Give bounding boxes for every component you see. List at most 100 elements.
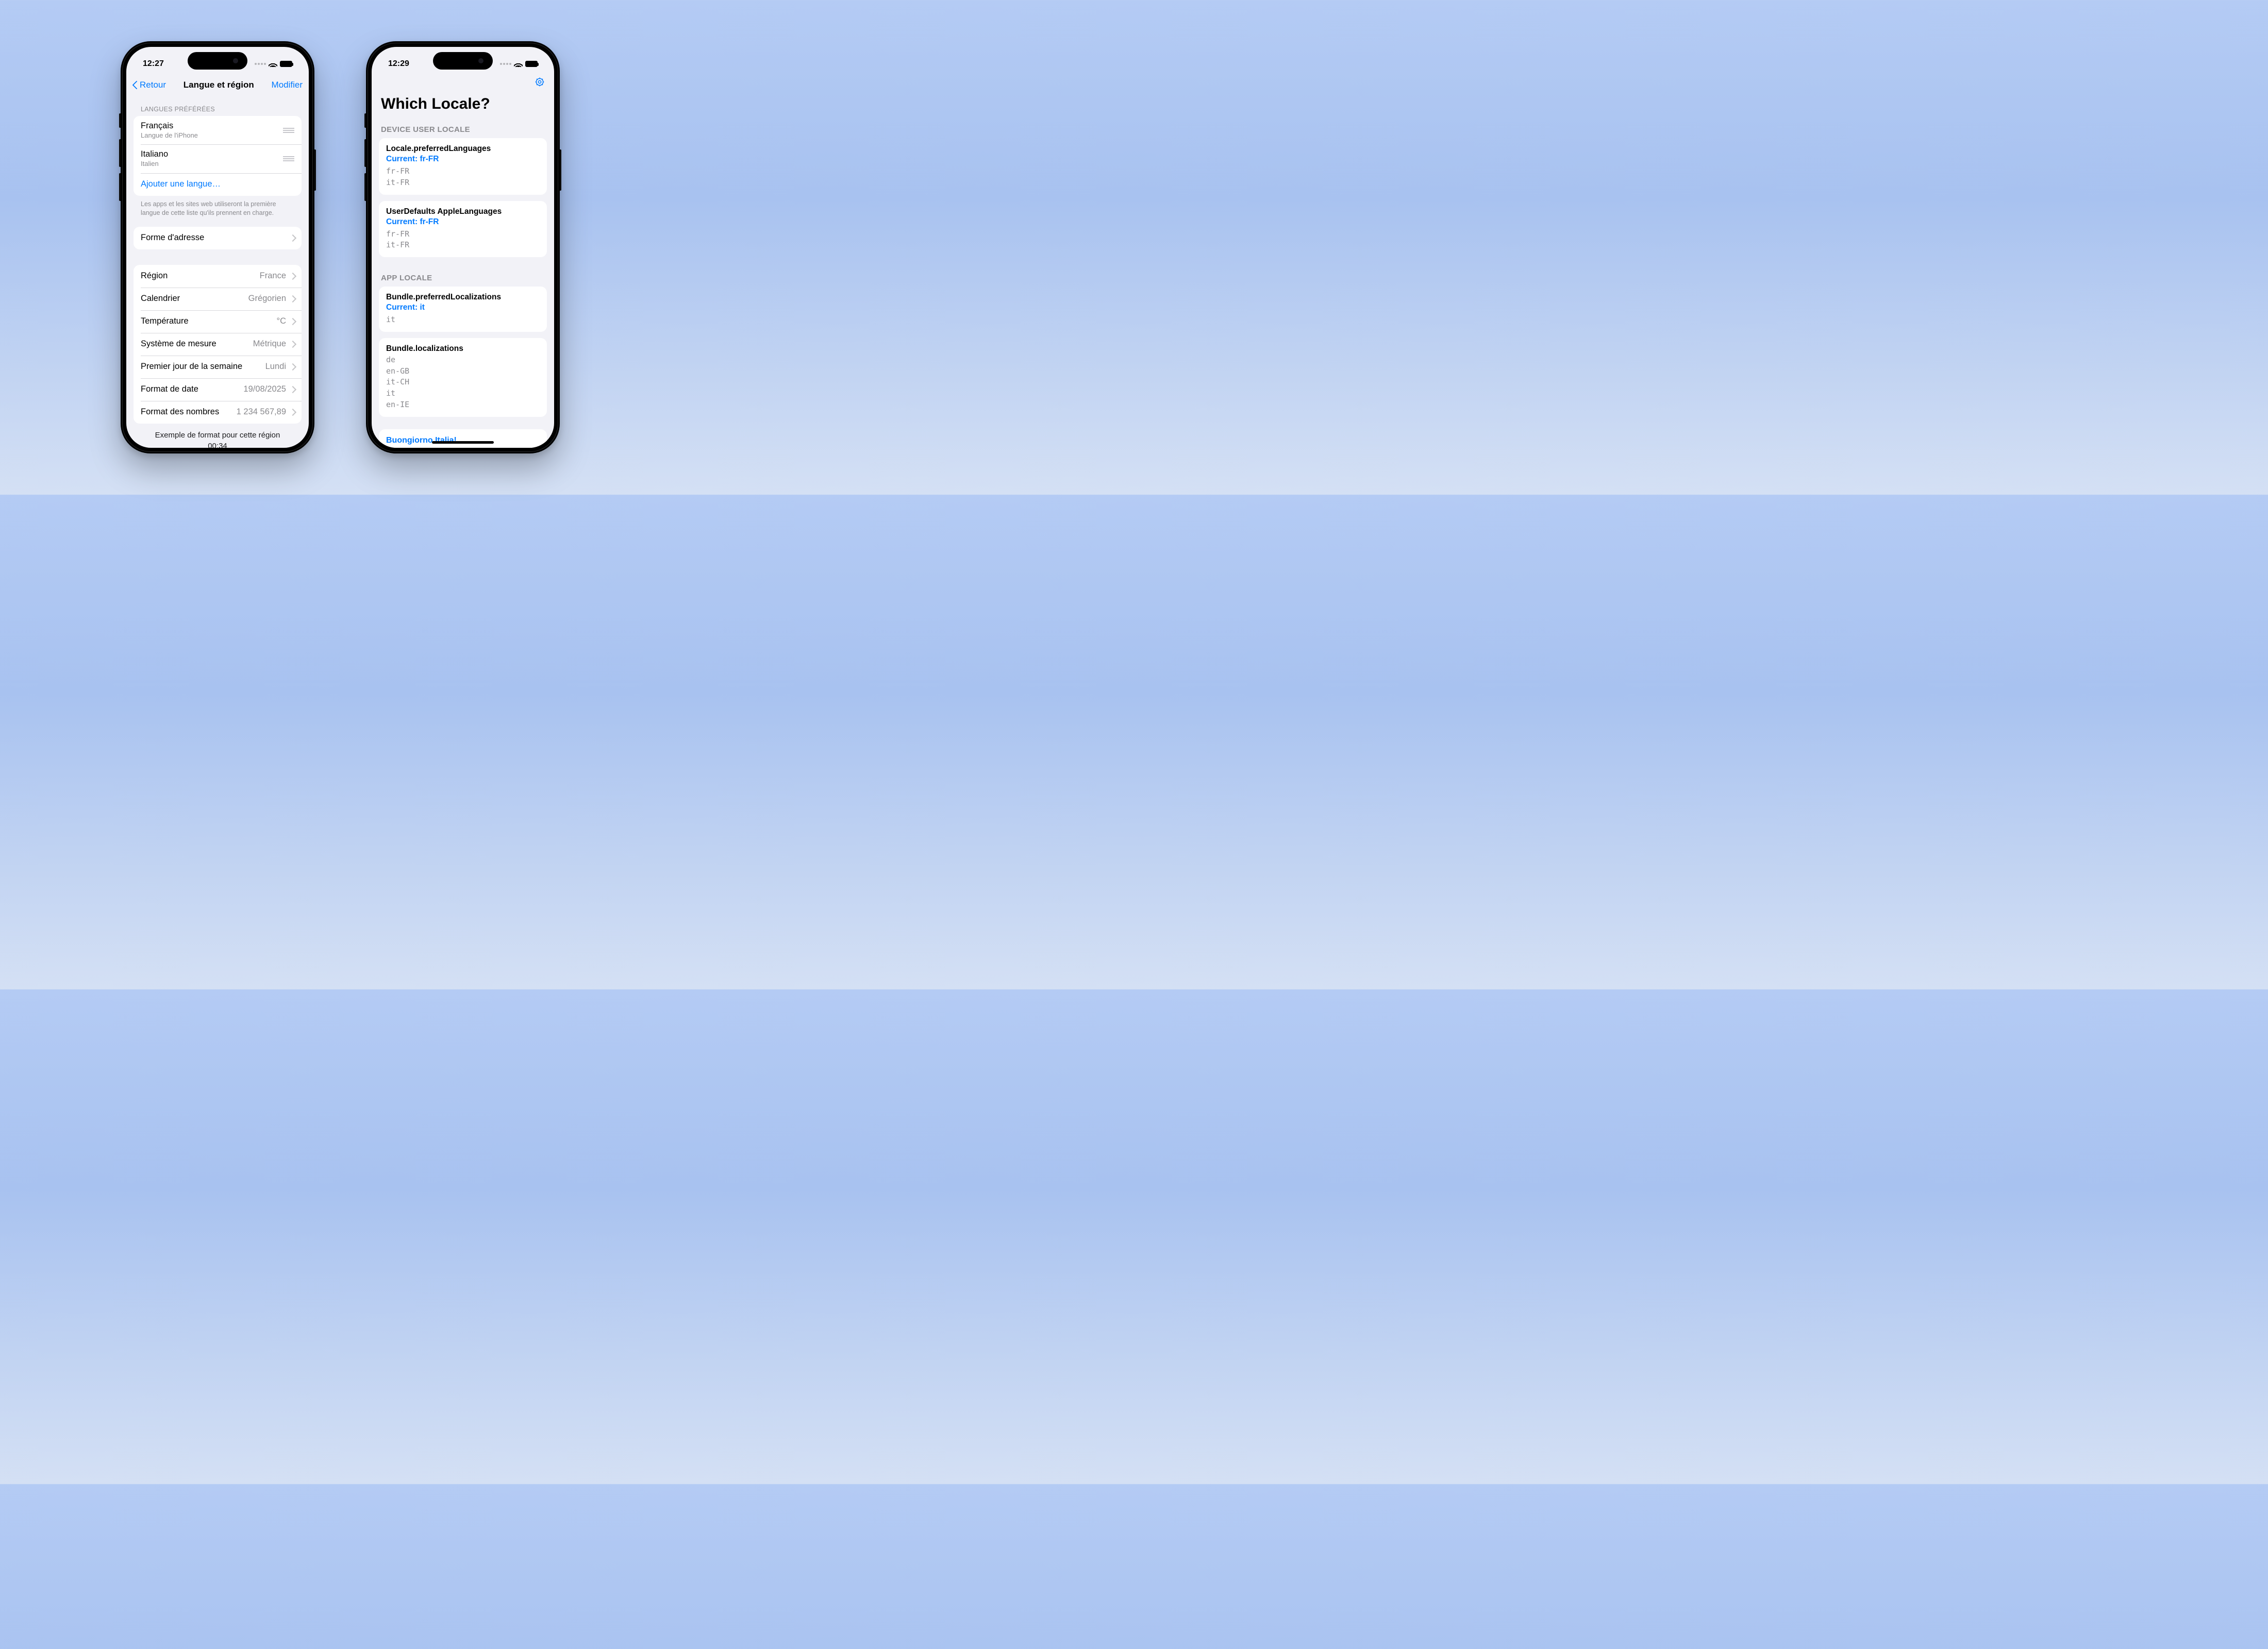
language-sub: Italien (141, 160, 168, 168)
card-value: it (386, 388, 540, 399)
setting-row-number-format[interactable]: Format des nombres 1 234 567,89 (134, 401, 302, 424)
setting-label: Calendrier (141, 294, 180, 304)
language-row-francais[interactable]: Français Langue de l'iPhone (134, 116, 302, 144)
volume-down-button (364, 173, 366, 201)
status-time: 12:29 (388, 59, 409, 69)
chevron-right-icon (290, 273, 294, 280)
device-user-locale-header: DEVICE USER LOCALE (379, 115, 547, 138)
volume-up-button (119, 139, 121, 167)
chevron-right-icon (290, 409, 294, 416)
add-language-label: Ajouter une langue… (141, 179, 221, 189)
nav-bar (372, 74, 554, 90)
phone-frame-right: 12:29 Which Locale? DEVICE U (366, 41, 560, 453)
setting-label: Format des nombres (141, 407, 219, 417)
card-value: it-FR (386, 177, 540, 189)
card-title: Locale.preferredLanguages (386, 144, 540, 154)
page-title: Which Locale? (372, 90, 554, 115)
bundle-preferred-localizations-card: Bundle.preferredLocalizations Current: i… (379, 287, 547, 332)
card-value: en-GB (386, 366, 540, 377)
preferred-languages-header: LANGUES PRÉFÉRÉES (134, 96, 302, 116)
wifi-icon (514, 61, 523, 67)
setting-value: 1 234 567,89 (237, 407, 286, 417)
side-button (364, 113, 366, 128)
setting-row-temperature[interactable]: Température °C (134, 310, 302, 333)
card-title: Bundle.preferredLocalizations (386, 293, 540, 302)
back-button[interactable]: Retour (132, 80, 166, 90)
drag-handle-icon[interactable] (283, 128, 294, 133)
chevron-right-icon (290, 341, 294, 348)
card-value: fr-FR (386, 229, 540, 240)
greeting-link[interactable]: Buongiorno Italia! (379, 429, 547, 448)
back-label: Retour (140, 80, 166, 90)
setting-row-first-day[interactable]: Premier jour de la semaine Lundi (134, 356, 302, 378)
drag-handle-icon[interactable] (283, 156, 294, 161)
nav-bar: Retour Langue et région Modifier (126, 74, 309, 96)
dynamic-island (433, 52, 493, 70)
region-settings-card: Région France Calendrier Grégorien Tempé… (134, 265, 302, 424)
example-format-block: Exemple de format pour cette région 00:3… (134, 424, 302, 448)
setting-row-date-format[interactable]: Format de date 19/08/2025 (134, 378, 302, 401)
card-current: Current: fr-FR (386, 217, 540, 227)
example-time: 00:34 (134, 442, 302, 448)
chevron-right-icon (290, 295, 294, 302)
add-language-button[interactable]: Ajouter une langue… (134, 173, 302, 196)
setting-value: Grégorien (248, 294, 286, 304)
battery-icon (525, 61, 538, 67)
status-time: 12:27 (143, 59, 164, 69)
setting-value: °C (276, 316, 286, 326)
setting-label: Format de date (141, 384, 198, 394)
address-form-card: Forme d'adresse (134, 227, 302, 249)
card-value: de (386, 355, 540, 366)
card-value: it-CH (386, 377, 540, 388)
home-indicator[interactable] (432, 441, 494, 444)
preferred-languages-card: Français Langue de l'iPhone Italiano Ita… (134, 116, 302, 196)
language-name: Français (141, 121, 173, 130)
phone-frame-left: 12:27 Retour Langue et région Modifier L… (121, 41, 314, 453)
cellular-icon (500, 63, 511, 65)
card-title: UserDefaults AppleLanguages (386, 207, 540, 216)
screen-left: 12:27 Retour Langue et région Modifier L… (126, 47, 309, 448)
userdefaults-apple-languages-card: UserDefaults AppleLanguages Current: fr-… (379, 201, 547, 258)
setting-label: Température (141, 316, 189, 326)
content-left: LANGUES PRÉFÉRÉES Français Langue de l'i… (126, 96, 309, 448)
language-row-italiano[interactable]: Italiano Italien (134, 144, 302, 173)
setting-label: Premier jour de la semaine (141, 362, 242, 372)
card-current: Current: it (386, 303, 540, 312)
app-locale-header: APP LOCALE (379, 263, 547, 287)
power-button (560, 149, 561, 191)
setting-row-region[interactable]: Région France (134, 265, 302, 288)
volume-up-button (364, 139, 366, 167)
address-form-row[interactable]: Forme d'adresse (134, 227, 302, 249)
address-form-label: Forme d'adresse (141, 233, 204, 243)
card-value: it-FR (386, 240, 540, 251)
setting-row-calendar[interactable]: Calendrier Grégorien (134, 288, 302, 310)
wifi-icon (269, 61, 277, 67)
chevron-right-icon (290, 363, 294, 371)
chevron-right-icon (290, 386, 294, 393)
status-right (255, 61, 292, 67)
setting-row-measurement[interactable]: Système de mesure Métrique (134, 333, 302, 356)
screen-right: 12:29 Which Locale? DEVICE U (372, 47, 554, 448)
bundle-localizations-card: Bundle.localizations de en-GB it-CH it e… (379, 338, 547, 417)
card-value: fr-FR (386, 166, 540, 177)
setting-label: Système de mesure (141, 339, 216, 349)
language-name: Italiano (141, 149, 168, 159)
side-button (119, 113, 121, 128)
chevron-right-icon (290, 234, 294, 242)
card-title: Bundle.localizations (386, 344, 540, 354)
edit-button[interactable]: Modifier (272, 80, 303, 90)
gear-icon[interactable] (535, 77, 545, 87)
setting-label: Région (141, 271, 168, 281)
card-value: en-IE (386, 399, 540, 411)
language-sub: Langue de l'iPhone (141, 131, 198, 140)
dynamic-island (188, 52, 247, 70)
chevron-left-icon (132, 80, 139, 90)
setting-value: Lundi (265, 362, 286, 372)
power-button (314, 149, 316, 191)
locale-preferred-languages-card: Locale.preferredLanguages Current: fr-FR… (379, 138, 547, 195)
languages-footer-note: Les apps et les sites web utiliseront la… (134, 196, 302, 217)
battery-icon (280, 61, 292, 67)
volume-down-button (119, 173, 121, 201)
example-label: Exemple de format pour cette région (134, 431, 302, 440)
chevron-right-icon (290, 318, 294, 325)
